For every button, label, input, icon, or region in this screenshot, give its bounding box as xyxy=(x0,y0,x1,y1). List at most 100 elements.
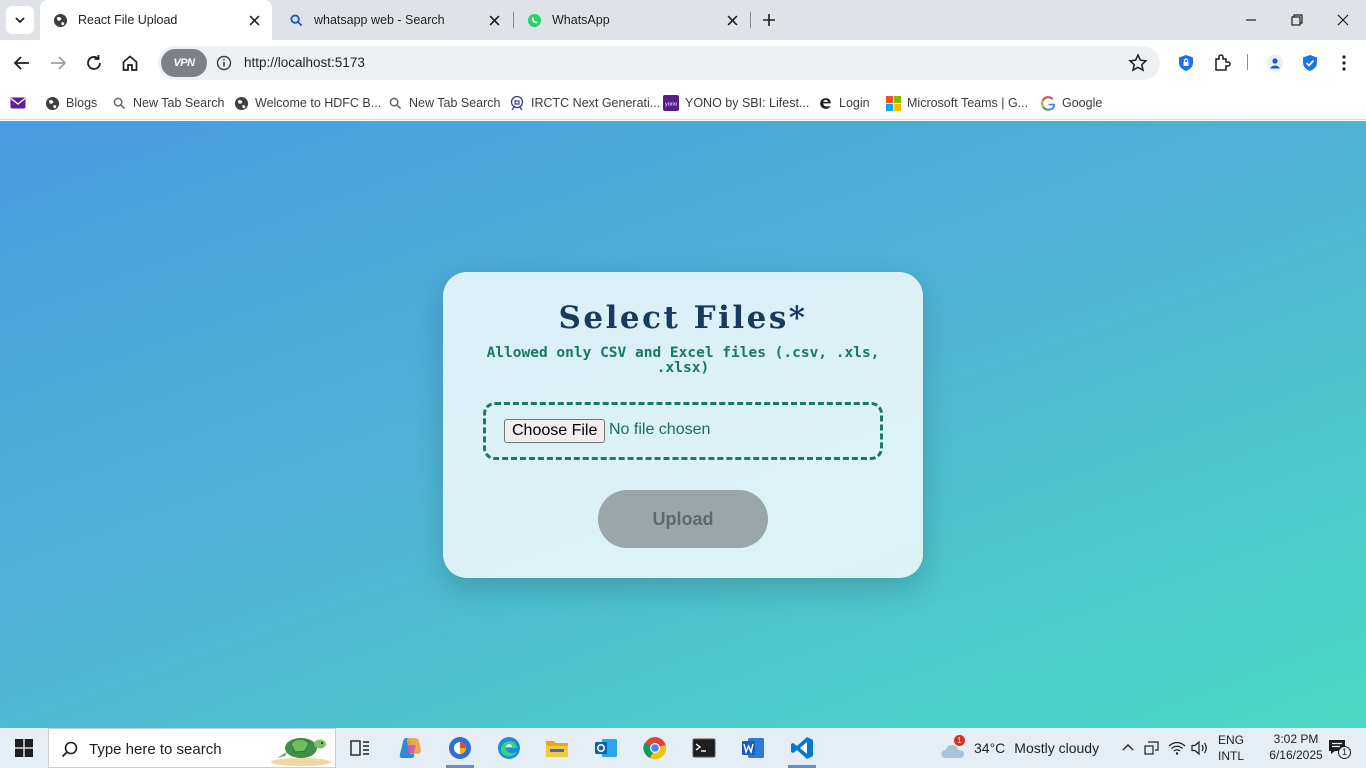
bookmark-new-tab-search[interactable]: New Tab Search xyxy=(111,92,225,114)
tab-strip: React File Upload whatsapp web - Search … xyxy=(0,0,1366,40)
terminal-app[interactable] xyxy=(680,728,728,768)
bookmark-irctc[interactable]: IRCTC Next Generati... xyxy=(509,92,660,114)
edge-e-icon xyxy=(817,95,833,111)
weather-widget[interactable]: 1 34°C Mostly cloudy xyxy=(940,728,1099,768)
restore-button[interactable] xyxy=(1274,0,1320,40)
bookmark-label: Google xyxy=(1062,96,1103,110)
bookmark-login[interactable]: Login xyxy=(817,92,870,114)
bookmark-hdfc[interactable]: Welcome to HDFC B... xyxy=(233,92,381,114)
arrow-right-icon xyxy=(51,56,67,70)
tab-whatsapp[interactable]: WhatsApp xyxy=(514,0,750,40)
tab-whatsapp-search[interactable]: whatsapp web - Search xyxy=(276,0,512,40)
windows-logo-icon xyxy=(15,739,33,757)
bookmark-label: IRCTC Next Generati... xyxy=(531,96,661,110)
close-tab-icon[interactable] xyxy=(246,12,262,28)
word-icon xyxy=(742,738,764,758)
reload-button[interactable] xyxy=(80,49,108,77)
file-explorer-app[interactable] xyxy=(533,728,581,768)
upload-card: Select Files* Allowed only CSV and Excel… xyxy=(443,272,923,578)
mail-icon xyxy=(10,95,26,111)
bookmark-label: YONO by SBI: Lifest... xyxy=(685,96,810,110)
copilot-app[interactable] xyxy=(386,728,434,768)
home-button[interactable] xyxy=(116,49,144,77)
password-manager-icon[interactable] xyxy=(1176,53,1196,73)
search-placeholder: Type here to search xyxy=(89,741,222,758)
irctc-icon xyxy=(509,95,525,111)
url-text: http://localhost:5173 xyxy=(244,55,365,70)
close-tab-icon[interactable] xyxy=(486,12,502,28)
outlook-app[interactable] xyxy=(582,728,630,768)
choose-file-button[interactable]: Choose File xyxy=(504,419,606,443)
bookmarks-bar: Blogs New Tab Search Welcome to HDFC B..… xyxy=(0,86,1366,120)
language-code: ENG xyxy=(1218,733,1245,747)
clock-time: 3:02 PM xyxy=(1273,732,1319,746)
new-tab-button[interactable] xyxy=(757,8,781,32)
vpn-label: VPN xyxy=(173,57,195,69)
bookmark-blogs[interactable]: Blogs xyxy=(44,92,97,114)
menu-kebab-icon[interactable] xyxy=(1334,53,1354,73)
vscode-app[interactable] xyxy=(778,728,826,768)
start-button[interactable] xyxy=(0,728,48,768)
bookmark-label: Microsoft Teams | G... xyxy=(907,96,1029,110)
chrome-app[interactable] xyxy=(631,728,679,768)
tab-separator xyxy=(750,12,751,28)
address-bar[interactable]: VPN http://localhost:5173 xyxy=(158,46,1160,80)
bookmark-microsoft-teams[interactable]: Microsoft Teams | G... xyxy=(885,92,1028,114)
edge-app[interactable] xyxy=(485,728,533,768)
taskbar-search-box[interactable]: Type here to search xyxy=(48,728,336,768)
word-app[interactable] xyxy=(729,728,777,768)
back-button[interactable] xyxy=(8,49,36,77)
bookmark-mail[interactable] xyxy=(10,92,32,114)
system-clock[interactable]: 3:02 PM 6/16/2025 xyxy=(1268,731,1324,763)
profile-avatar[interactable] xyxy=(1265,53,1285,73)
vpn-browser-app[interactable] xyxy=(436,728,484,768)
copilot-icon xyxy=(399,738,421,758)
bookmark-new-tab-search-2[interactable]: New Tab Search xyxy=(387,92,501,114)
notification-icon: 1 xyxy=(1328,738,1351,759)
keyboard-layout: INTL xyxy=(1218,749,1245,763)
bookmark-yono[interactable]: yono YONO by SBI: Lifest... xyxy=(663,92,809,114)
folder-icon xyxy=(546,741,568,757)
person-icon xyxy=(1266,54,1284,72)
site-info-icon[interactable] xyxy=(216,55,232,71)
edge-icon xyxy=(498,737,520,759)
google-icon xyxy=(1040,95,1056,111)
weather-alert-badge: 1 xyxy=(954,735,965,746)
upload-button[interactable]: Upload xyxy=(598,490,768,548)
globe-icon xyxy=(52,12,68,28)
vscode-icon xyxy=(791,737,813,759)
input-language[interactable]: ENG INTL xyxy=(1218,728,1244,768)
toolbar-separator xyxy=(1247,54,1248,70)
bookmark-star-icon[interactable] xyxy=(1128,53,1148,73)
tab-title: WhatsApp xyxy=(552,13,610,27)
chevron-down-icon xyxy=(15,17,25,24)
extensions-icon[interactable] xyxy=(1212,53,1232,73)
page-title: Select Files* xyxy=(558,300,808,336)
bookmark-google[interactable]: Google xyxy=(1040,92,1102,114)
close-window-button[interactable] xyxy=(1320,0,1366,40)
tab-react-file-upload[interactable]: React File Upload xyxy=(40,0,272,40)
task-view-button[interactable] xyxy=(336,728,384,768)
close-icon xyxy=(1337,14,1349,26)
page-background: Select Files* Allowed only CSV and Excel… xyxy=(0,121,1366,728)
svg-text:yono: yono xyxy=(665,102,677,108)
tab-search-button[interactable] xyxy=(6,6,34,34)
wifi-icon[interactable] xyxy=(1168,728,1186,768)
restore-icon xyxy=(1291,14,1303,26)
plus-icon xyxy=(763,14,775,26)
minimize-button[interactable] xyxy=(1228,0,1274,40)
notifications-button[interactable]: 1 xyxy=(1324,728,1354,768)
volume-icon[interactable] xyxy=(1191,728,1209,768)
microsoft-icon xyxy=(885,95,901,111)
vpn-badge[interactable]: VPN xyxy=(161,49,207,77)
security-shield-icon[interactable] xyxy=(1300,53,1320,73)
bookmark-label: Blogs xyxy=(66,96,98,110)
network-adapter-icon[interactable] xyxy=(1144,728,1162,768)
file-drop-zone[interactable]: Choose File No file chosen xyxy=(483,402,883,460)
show-hidden-icons[interactable] xyxy=(1121,728,1135,768)
close-tab-icon[interactable] xyxy=(724,12,740,28)
browser-toolbar: VPN http://localhost:5173 xyxy=(0,40,1366,86)
forward-button[interactable] xyxy=(44,49,72,77)
whatsapp-icon xyxy=(526,12,542,28)
bookmark-label: New Tab Search xyxy=(409,96,501,110)
